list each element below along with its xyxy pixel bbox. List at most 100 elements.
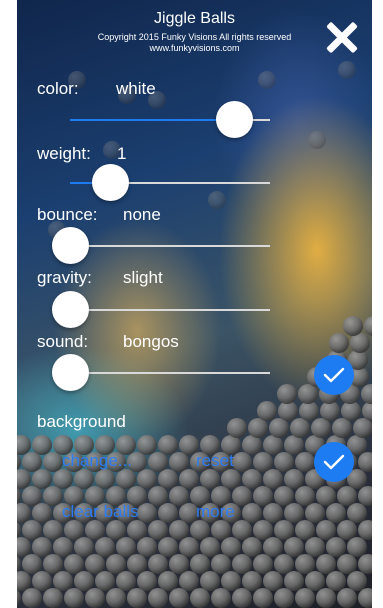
ball bbox=[211, 554, 231, 574]
clear-balls-link[interactable]: clear balls bbox=[62, 502, 139, 522]
ball bbox=[95, 469, 115, 489]
ball bbox=[295, 554, 315, 574]
ball bbox=[43, 588, 63, 608]
ball bbox=[190, 520, 210, 540]
ball bbox=[85, 554, 105, 574]
ball bbox=[305, 571, 325, 591]
color-label: color: bbox=[37, 79, 79, 98]
ball bbox=[242, 537, 262, 557]
ball bbox=[158, 469, 178, 489]
ball bbox=[190, 588, 210, 608]
ball bbox=[343, 316, 363, 336]
ball bbox=[148, 452, 168, 472]
ball bbox=[22, 588, 42, 608]
ball bbox=[179, 571, 199, 591]
ball bbox=[242, 503, 262, 523]
ball bbox=[53, 537, 73, 557]
ball bbox=[353, 418, 372, 438]
ball bbox=[179, 537, 199, 557]
ball bbox=[74, 469, 94, 489]
ball bbox=[53, 571, 73, 591]
ball bbox=[32, 537, 52, 557]
ball bbox=[32, 571, 52, 591]
ball bbox=[277, 384, 297, 404]
sound-slider-thumb[interactable] bbox=[52, 354, 89, 391]
ball bbox=[221, 537, 241, 557]
ball bbox=[295, 452, 315, 472]
ball bbox=[169, 486, 189, 506]
ball bbox=[358, 554, 372, 574]
ball bbox=[221, 571, 241, 591]
ball bbox=[316, 486, 336, 506]
color-slider[interactable] bbox=[70, 101, 270, 138]
ball bbox=[200, 537, 220, 557]
ball bbox=[211, 520, 231, 540]
sound-checkbox[interactable] bbox=[314, 355, 354, 395]
ball bbox=[284, 503, 304, 523]
ball bbox=[326, 571, 346, 591]
ball bbox=[326, 503, 346, 523]
ball bbox=[22, 520, 42, 540]
ball bbox=[221, 469, 241, 489]
checkmark-icon bbox=[323, 367, 345, 383]
sound-label: sound: bbox=[37, 332, 89, 351]
ball bbox=[127, 588, 147, 608]
more-link[interactable]: more bbox=[196, 502, 235, 522]
ball bbox=[290, 418, 310, 438]
ball bbox=[227, 418, 247, 438]
bounce-label: bounce: bbox=[37, 205, 98, 224]
sound-slider[interactable] bbox=[52, 354, 270, 391]
ball bbox=[106, 588, 126, 608]
checkmark-icon bbox=[323, 454, 345, 470]
ball bbox=[17, 522, 21, 538]
ball bbox=[43, 520, 63, 540]
color-slider-thumb[interactable] bbox=[216, 101, 253, 138]
ball bbox=[17, 469, 31, 489]
ball bbox=[169, 588, 189, 608]
weight-slider[interactable] bbox=[70, 164, 270, 201]
ball bbox=[169, 520, 189, 540]
ball bbox=[316, 588, 336, 608]
ball bbox=[364, 316, 372, 336]
ball bbox=[95, 537, 115, 557]
ball bbox=[137, 537, 157, 557]
ball bbox=[338, 61, 356, 79]
ball bbox=[43, 452, 63, 472]
ball bbox=[148, 486, 168, 506]
ball bbox=[320, 401, 340, 421]
weight-label: weight: bbox=[37, 144, 91, 163]
ball bbox=[64, 588, 84, 608]
weight-slider-thumb[interactable] bbox=[92, 164, 129, 201]
ball bbox=[242, 435, 262, 455]
color-value: white bbox=[116, 79, 156, 98]
bounce-slider-thumb[interactable] bbox=[52, 227, 89, 264]
reset-background-link[interactable]: reset bbox=[196, 451, 234, 471]
sound-value: bongos bbox=[123, 332, 179, 351]
bounce-slider[interactable] bbox=[52, 227, 270, 264]
copyright-text: Copyright 2015 Funky Visions All rights … bbox=[97, 32, 292, 42]
ball bbox=[17, 488, 21, 504]
gravity-slider-thumb[interactable] bbox=[52, 291, 89, 328]
background-checkbox[interactable] bbox=[314, 442, 354, 482]
ball bbox=[190, 554, 210, 574]
ball bbox=[253, 554, 273, 574]
close-icon[interactable] bbox=[325, 20, 359, 54]
ball bbox=[347, 503, 367, 523]
gravity-label: gravity: bbox=[37, 268, 92, 287]
ball bbox=[248, 418, 268, 438]
ball bbox=[116, 571, 136, 591]
change-background-link[interactable]: change... bbox=[62, 451, 132, 471]
ball bbox=[284, 571, 304, 591]
ball bbox=[137, 503, 157, 523]
ball bbox=[337, 554, 357, 574]
ball bbox=[274, 588, 294, 608]
ball bbox=[253, 520, 273, 540]
gravity-slider[interactable] bbox=[52, 291, 270, 328]
bounce-value: none bbox=[123, 205, 161, 224]
ball bbox=[299, 401, 319, 421]
ball bbox=[295, 486, 315, 506]
ball bbox=[263, 503, 283, 523]
ball bbox=[158, 503, 178, 523]
ball bbox=[316, 554, 336, 574]
ball bbox=[17, 590, 21, 606]
